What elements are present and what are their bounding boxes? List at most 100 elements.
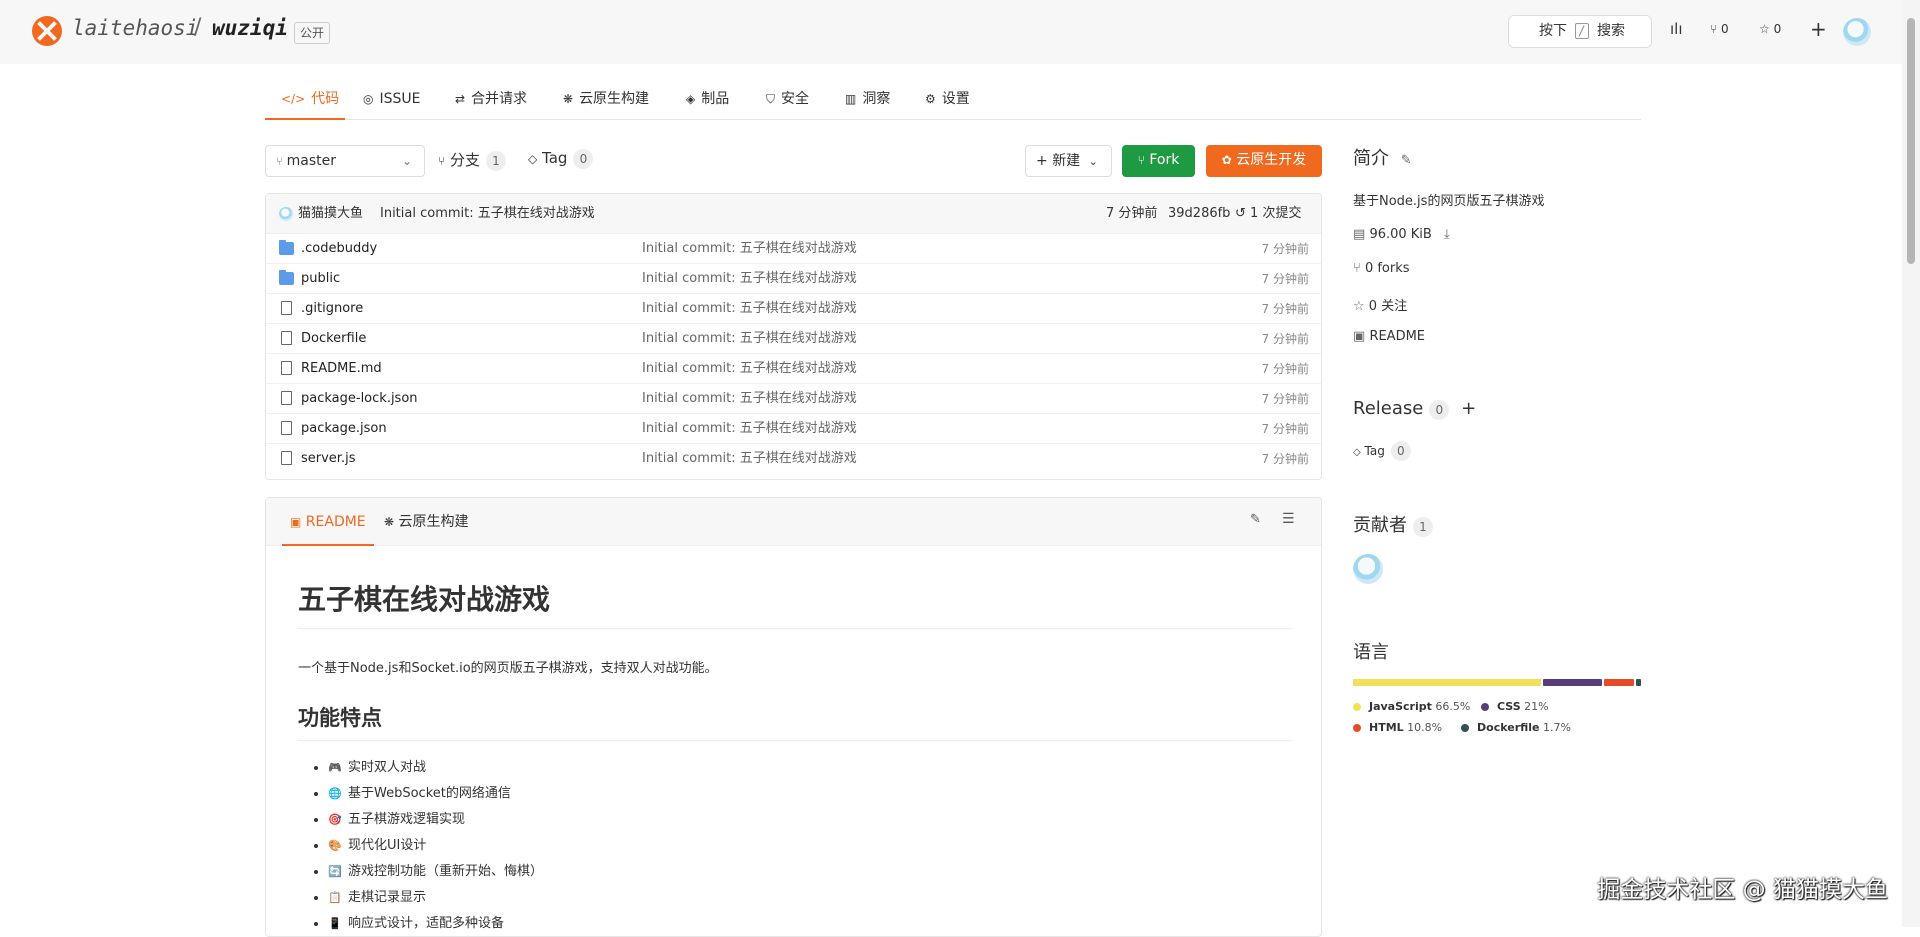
chevron-down-icon: ⌄	[401, 154, 412, 168]
cloud-dev-button[interactable]: ✿ 云原生开发	[1206, 145, 1322, 177]
tab-artifacts[interactable]: ◈ 制品	[686, 84, 729, 120]
file-name[interactable]: public	[301, 264, 340, 294]
repo-star-button[interactable]: ☆ 0	[1759, 22, 1781, 36]
sidebar-tags-link[interactable]: ◇ Tag 0	[1353, 441, 1411, 461]
file-row[interactable]: package.json Initial commit: 五子棋在线对战游戏 7 分…	[266, 414, 1321, 444]
file-commit-message[interactable]: Initial commit: 五子棋在线对战游戏	[642, 264, 857, 294]
forks-count: 0 forks	[1364, 261, 1410, 276]
contributor-avatar[interactable]	[1353, 554, 1383, 584]
branch-name: master	[286, 153, 336, 169]
readme-content: 五子棋在线对战游戏 一个基于Node.js和Socket.io的网页版五子棋游戏…	[298, 546, 1292, 936]
file-commit-message[interactable]: Initial commit: 五子棋在线对战游戏	[642, 444, 857, 474]
add-release-plus-icon[interactable]: +	[1461, 398, 1476, 419]
plus-icon: +	[1036, 153, 1048, 169]
file-name[interactable]: package.json	[301, 414, 387, 444]
file-commit-message[interactable]: Initial commit: 五子棋在线对战游戏	[642, 234, 857, 264]
top-bar: laitehaosi / wuziqi 公开 按下 搜索 ılı ⑂ 0 ☆ 0 …	[0, 0, 1920, 64]
file-row[interactable]: public Initial commit: 五子棋在线对战游戏 7 分钟前	[266, 264, 1321, 294]
gear-icon: ⚙	[925, 92, 936, 106]
file-commit-message[interactable]: Initial commit: 五子棋在线对战游戏	[642, 354, 857, 384]
tab-pull-requests-label: 合并请求	[471, 91, 528, 107]
file-commit-message[interactable]: Initial commit: 五子棋在线对战游戏	[642, 324, 857, 354]
file-name[interactable]: .gitignore	[301, 294, 363, 324]
repo-fork-button[interactable]: ⑂ 0	[1710, 22, 1729, 36]
commit-author-avatar[interactable]	[279, 207, 293, 221]
tab-pull-requests[interactable]: ⇄ 合并请求	[455, 84, 527, 120]
file-name[interactable]: Dockerfile	[301, 324, 366, 354]
tab-code[interactable]: </> 代码	[265, 84, 345, 120]
activity-icon[interactable]: ılı	[1670, 20, 1683, 38]
folder-icon	[279, 240, 294, 255]
tab-issue[interactable]: ◎ ISSUE	[363, 84, 420, 120]
edit-pencil-icon[interactable]: ✎	[1401, 153, 1412, 168]
merge-icon: ⇄	[455, 92, 466, 106]
commit-history-link[interactable]: ↺ 1 次提交	[1235, 194, 1301, 234]
tab-settings[interactable]: ⚙ 设置	[925, 84, 970, 120]
file-commit-time: 7 分钟前	[1261, 422, 1309, 436]
file-icon	[281, 391, 292, 405]
file-name[interactable]: README.md	[301, 354, 382, 384]
language-name: Dockerfile	[1477, 721, 1540, 734]
features-list: 🎮 实时双人对战 🌐 基于WebSocket的网络通信 🎯 五子棋游戏逻辑实现 🎨 现代化UI…	[298, 755, 1292, 936]
readme-title: 五子棋在线对战游戏	[298, 578, 1292, 629]
new-button[interactable]: + 新建 ⌄	[1025, 145, 1112, 177]
commit-author[interactable]: 猫猫摸大鱼	[298, 194, 363, 234]
toc-list-icon[interactable]: ☰	[1282, 511, 1295, 527]
tags-link[interactable]: ◇ Tag 0	[528, 149, 594, 169]
readme-build-tab[interactable]: ❋ 云原生构建	[384, 506, 469, 546]
code-icon: </>	[281, 92, 306, 106]
commit-hash[interactable]: 39d286fb	[1168, 194, 1230, 234]
file-row[interactable]: README.md Initial commit: 五子棋在线对战游戏 7 分钟前	[266, 354, 1321, 384]
file-name[interactable]: .codebuddy	[301, 234, 377, 264]
search-button[interactable]: 按下 搜索	[1508, 15, 1652, 48]
readme-intro: 一个基于Node.js和Socket.io的网页版五子棋游戏，支持双人对战功能。	[298, 661, 718, 676]
app-logo-icon[interactable]	[32, 16, 62, 46]
repo-name-link[interactable]: wuziqi	[212, 16, 288, 40]
issue-icon: ◎	[363, 92, 374, 106]
feature-emoji-icon: 📋	[328, 891, 342, 904]
language-name: CSS	[1497, 700, 1521, 713]
file-commit-message[interactable]: Initial commit: 五子棋在线对战游戏	[642, 294, 857, 324]
readme-tab-label: README	[305, 514, 366, 530]
language-bar-segment	[1542, 679, 1602, 686]
fork-icon: ⑂	[1137, 153, 1145, 167]
watchers-count: 0 关注	[1368, 299, 1408, 314]
sidebar-tag-label: Tag	[1364, 444, 1385, 458]
page-scrollbar[interactable]	[1902, 0, 1920, 927]
file-name[interactable]: package-lock.json	[301, 384, 418, 414]
file-row[interactable]: package-lock.json Initial commit: 五子棋在线对战…	[266, 384, 1321, 414]
cloud-dev-icon: ✿	[1221, 153, 1232, 167]
file-row[interactable]: server.js Initial commit: 五子棋在线对战游戏 7 分钟前	[266, 444, 1321, 474]
contributors-title: 贡献者	[1353, 515, 1407, 536]
branch-selector[interactable]: ⑂ master ⌄	[265, 145, 425, 177]
commit-message[interactable]: Initial commit: 五子棋在线对战游戏	[380, 194, 595, 234]
file-row[interactable]: .codebuddy Initial commit: 五子棋在线对战游戏 7 分钟前	[266, 234, 1321, 264]
forks-link[interactable]: ⑂ 0 forks	[1353, 261, 1410, 276]
tab-security[interactable]: ⛉ 安全	[766, 84, 809, 120]
plus-icon[interactable]: +	[1810, 17, 1827, 41]
branches-link[interactable]: ⑂ 分支 1	[438, 149, 506, 171]
branches-label: 分支	[449, 151, 480, 169]
scrollbar-thumb[interactable]	[1907, 18, 1915, 264]
readme-tab[interactable]: ▣ README	[282, 506, 374, 546]
history-icon: ↺	[1235, 206, 1246, 221]
file-name[interactable]: server.js	[301, 444, 355, 474]
repo-owner-link[interactable]: laitehaosi	[72, 16, 198, 40]
readme-link[interactable]: ▣ README	[1353, 329, 1425, 344]
user-avatar[interactable]	[1843, 18, 1871, 46]
language-bar-segment	[1603, 679, 1635, 686]
file-commit-message[interactable]: Initial commit: 五子棋在线对战游戏	[642, 384, 857, 414]
edit-pencil-icon[interactable]: ✎	[1250, 512, 1261, 527]
language-bar-segment	[1353, 679, 1541, 686]
watchers-link[interactable]: ☆ 0 关注	[1353, 295, 1407, 314]
tab-cloud-build[interactable]: ❋ 云原生构建	[563, 84, 649, 120]
download-icon[interactable]: ⤓	[1444, 227, 1450, 242]
readme-header: ▣ README ❋ 云原生构建 ✎ ☰	[266, 498, 1321, 546]
file-row[interactable]: .gitignore Initial commit: 五子棋在线对战游戏 7 分钟前	[266, 294, 1321, 324]
fork-button[interactable]: ⑂ Fork	[1122, 145, 1195, 177]
insights-icon: ▥	[845, 92, 857, 106]
file-row[interactable]: Dockerfile Initial commit: 五子棋在线对战游戏 7 分钟前	[266, 324, 1321, 354]
tab-code-label: 代码	[311, 91, 340, 107]
tab-insights[interactable]: ▥ 洞察	[845, 84, 890, 120]
file-commit-message[interactable]: Initial commit: 五子棋在线对战游戏	[642, 414, 857, 444]
